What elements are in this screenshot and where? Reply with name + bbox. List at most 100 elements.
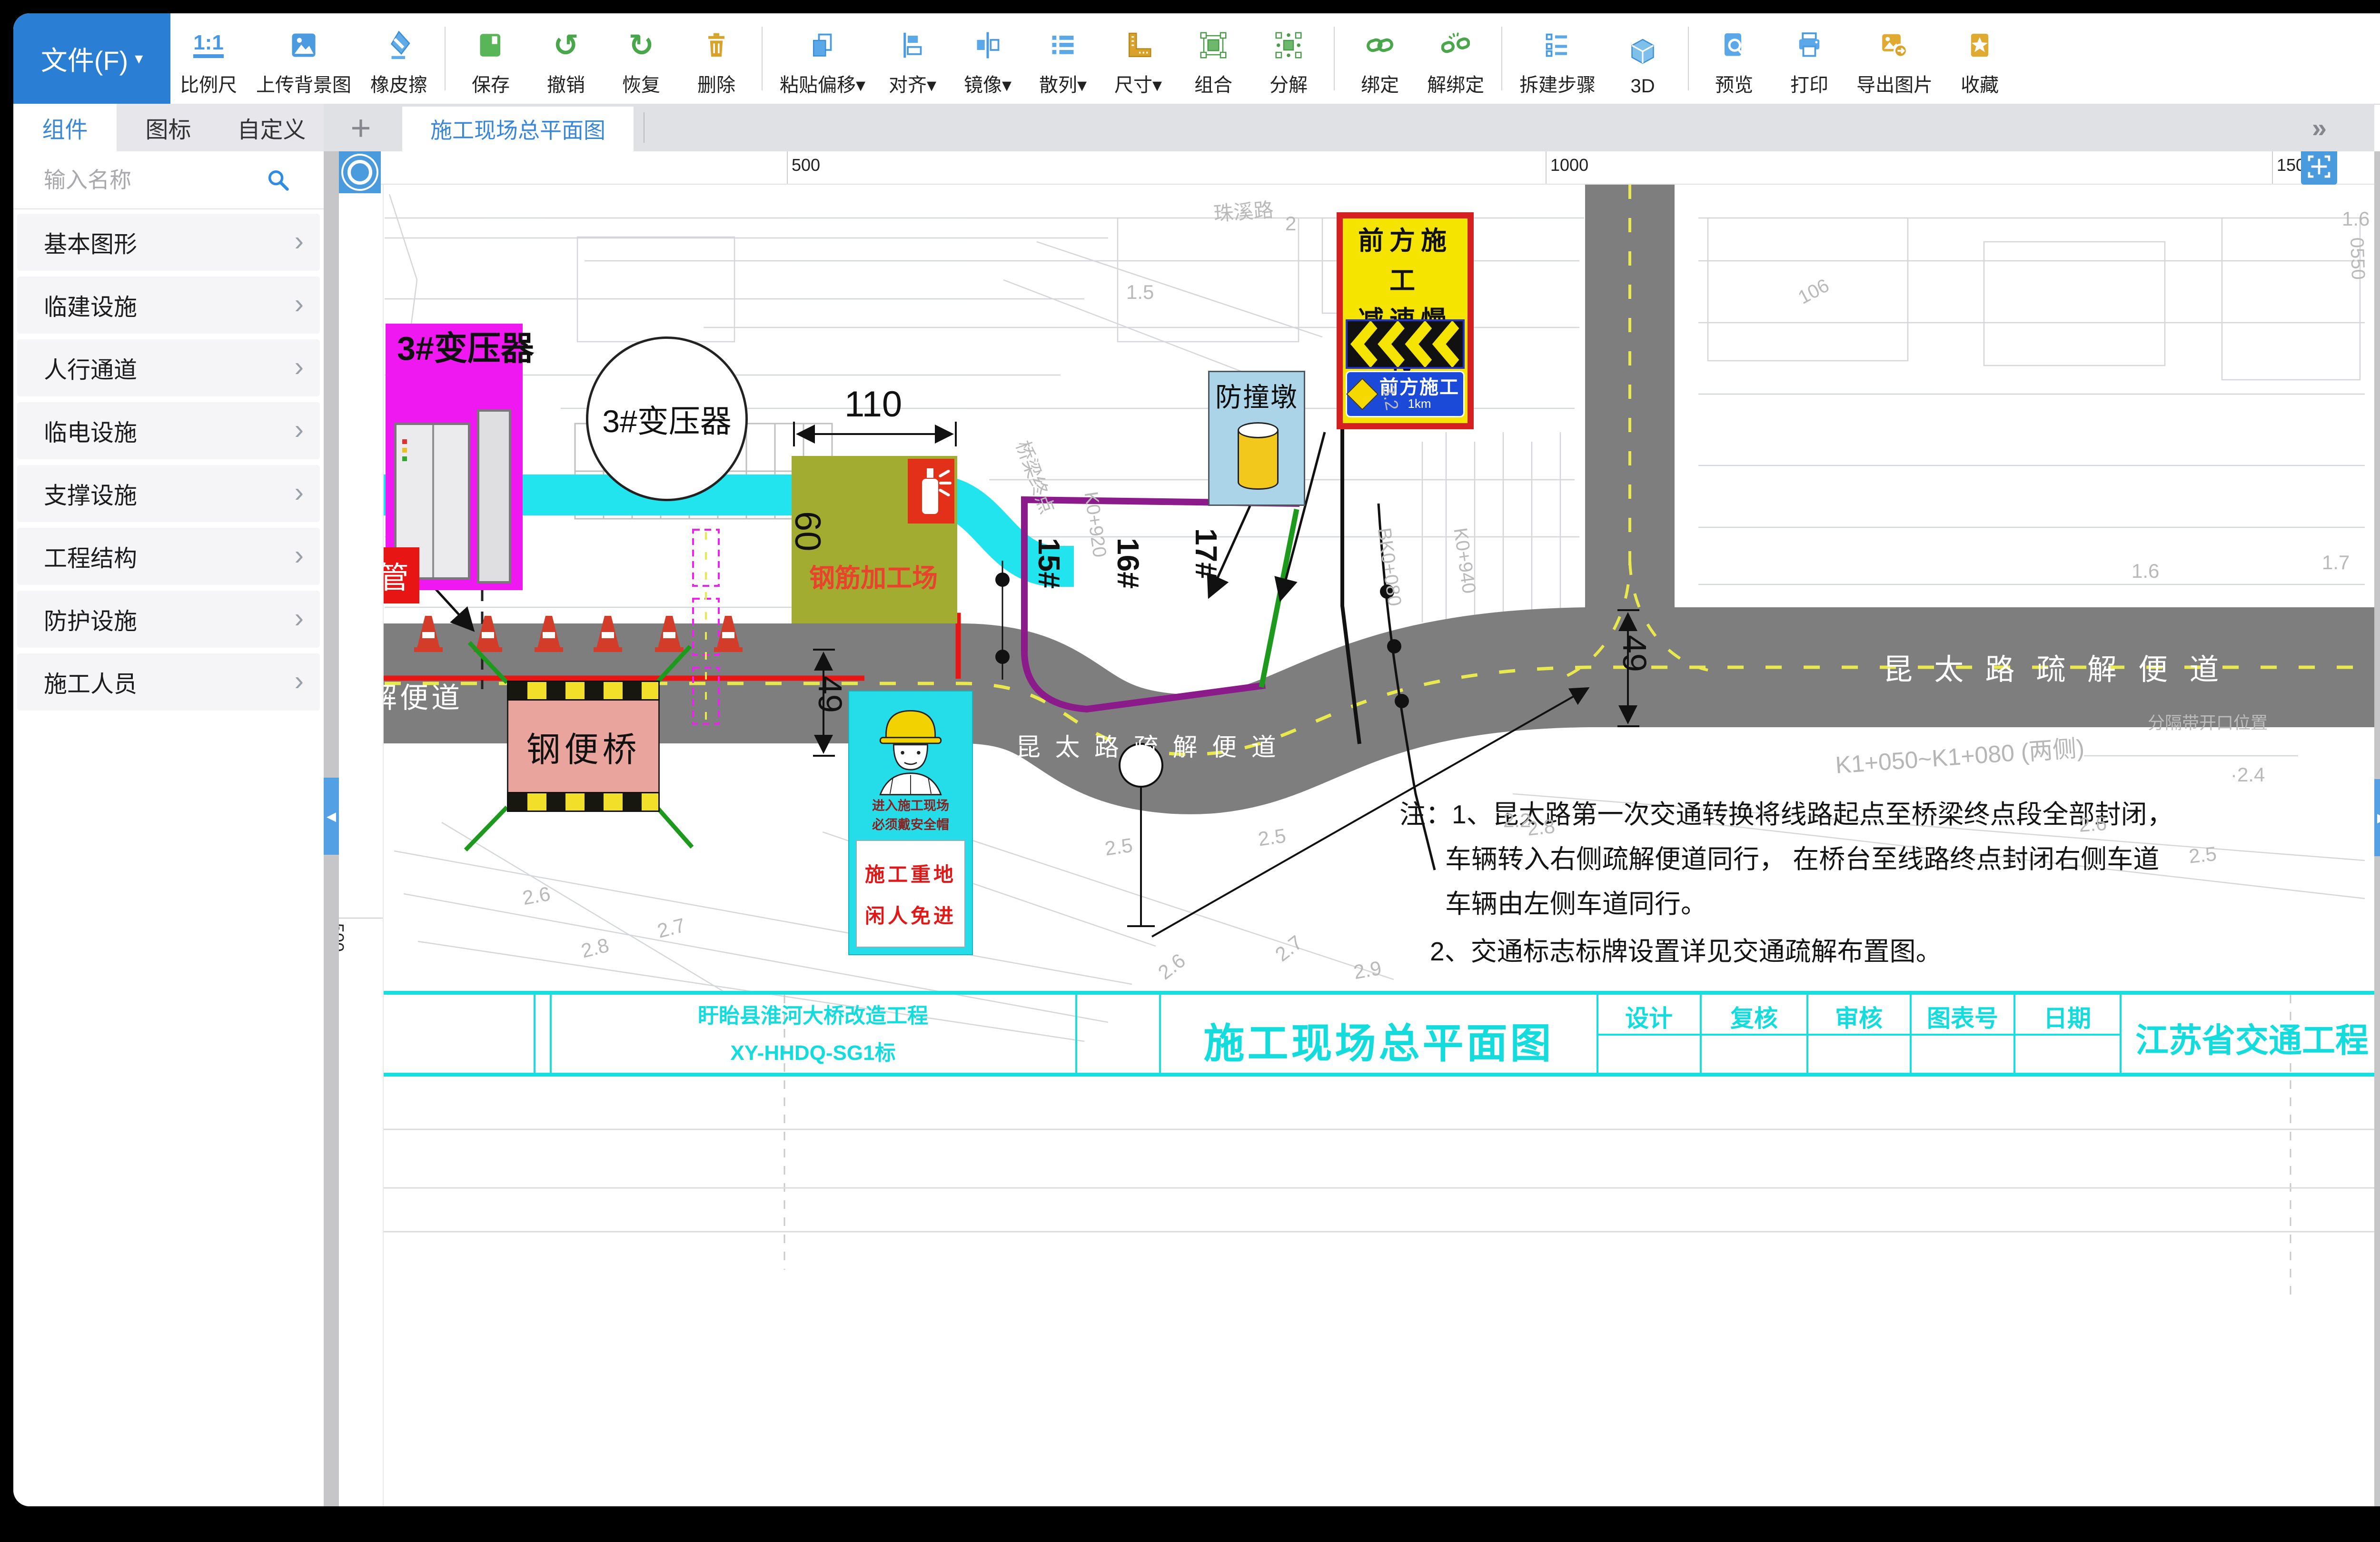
dimension-ruler-icon: [1124, 25, 1152, 66]
sidebar-item-3[interactable]: 临电设施›: [17, 402, 320, 459]
transformer-ellipse[interactable]: 3#变压器: [586, 336, 748, 501]
sidebar-item-label: 临建设施: [44, 288, 137, 322]
sidebar-item-1[interactable]: 临建设施›: [17, 277, 320, 334]
preview-button[interactable]: 预览: [1696, 13, 1772, 104]
chevron-right-icon: ›: [295, 476, 304, 508]
fit-view-button[interactable]: [2301, 151, 2337, 185]
scatter-button[interactable]: 散列▾: [1025, 13, 1101, 104]
sidebar-item-label: 防护设施: [44, 603, 137, 636]
bind-button[interactable]: 绑定: [1342, 13, 1418, 104]
title-block-header-audit: 审核: [1821, 999, 1897, 1034]
toolbar-separator: [1501, 27, 1502, 90]
scale-ruler-button[interactable]: 1:1 比例尺: [170, 13, 247, 104]
crosshair-icon: [2306, 153, 2332, 180]
sidebar-item-2[interactable]: 人行通道›: [17, 339, 320, 396]
paste-offset-button[interactable]: 粘贴偏移▾: [770, 13, 875, 104]
anti-collision-box[interactable]: 防撞墩: [1208, 371, 1305, 506]
align-button[interactable]: 对齐▾: [875, 13, 950, 104]
scale-ruler-icon: 1:1: [193, 25, 224, 66]
bg-label: ·2.4: [2231, 763, 2265, 786]
preview-icon: [1720, 25, 1748, 66]
canvas-world: 3#变压器 管 钢便桥 防撞墩: [339, 151, 2374, 1506]
undo-button[interactable]: ↺ 撤销: [528, 13, 604, 104]
right-scroll-strip[interactable]: ▶: [2374, 151, 2380, 1506]
search-icon[interactable]: [266, 168, 290, 192]
bg-label: 2.5: [1257, 824, 1288, 851]
sidebar-category-list: 基本图形›临建设施›人行通道›临电设施›支撑设施›工程结构›防护设施›施工人员›: [13, 214, 324, 1506]
title-block-header-chartno: 图表号: [1917, 999, 2008, 1034]
chevron-panel: [1346, 319, 1465, 369]
bind-icon: [1366, 25, 1394, 66]
eraser-icon: [384, 25, 414, 66]
unbind-button[interactable]: 解绑定: [1418, 13, 1494, 104]
dim-49-right-label: 49: [1616, 635, 1654, 672]
ruler-horizontal: 500 1000 1500: [339, 151, 2374, 185]
bg-label: 2.9: [1352, 957, 1383, 984]
sidebar-tab-custom[interactable]: 自定义: [220, 104, 323, 151]
collapse-panel-icon[interactable]: »: [2312, 104, 2324, 151]
dimension-button[interactable]: 尺寸▾: [1101, 13, 1176, 104]
steel-bridge-box[interactable]: 钢便桥: [507, 681, 660, 812]
bg-label: 1.5: [1126, 281, 1154, 304]
safety-sign-line1: 进入施工现场: [849, 795, 972, 814]
view-3d-button[interactable]: 3D: [1605, 13, 1680, 104]
file-menu-button[interactable]: 文件(F) ▾: [13, 13, 170, 104]
ahead-construction-panel: 前方施工 1km: [1346, 371, 1465, 417]
align-icon: [898, 25, 927, 66]
eraser-button[interactable]: 橡皮擦: [361, 13, 437, 104]
bg-label: 0550: [2346, 237, 2369, 280]
chevron-right-icon: ›: [295, 351, 304, 383]
favorite-button[interactable]: 收藏: [1942, 13, 2017, 104]
mirror-button[interactable]: 镜像▾: [950, 13, 1025, 104]
canvas-tab-active[interactable]: 施工现场总平面图: [402, 107, 634, 151]
bg-label: 2.5: [1103, 834, 1134, 860]
print-button[interactable]: 打印: [1772, 13, 1847, 104]
warning-diamond-icon: [1346, 378, 1378, 410]
tab-separator: [644, 112, 645, 143]
sidebar-item-0[interactable]: 基本图形›: [17, 214, 320, 271]
redo-button[interactable]: ↻ 恢复: [604, 13, 679, 104]
pier-label-17: 17#: [1188, 528, 1223, 579]
toolbar-separator: [445, 27, 446, 90]
explode-button[interactable]: 分解: [1251, 13, 1326, 104]
sidebar-tab-icons[interactable]: 图标: [117, 104, 220, 151]
bg-label: 3.2: [1377, 384, 1402, 412]
site-safety-sign[interactable]: 进入施工现场 必须戴安全帽 施工重地 闲人免进: [848, 691, 973, 955]
save-button[interactable]: 保存: [453, 13, 528, 104]
sidebar-item-label: 施工人员: [44, 665, 137, 699]
barrier-stripe: [507, 681, 660, 701]
bg-label: 珠溪路: [1213, 198, 1274, 226]
build-steps-button[interactable]: 拆建步骤: [1510, 13, 1605, 104]
median-opening-label: 分隔带开口位置: [2148, 713, 2268, 732]
sidebar-tab-components[interactable]: 组件: [13, 104, 117, 151]
undo-icon: ↺: [553, 25, 579, 66]
sidebar-item-7[interactable]: 施工人员›: [17, 653, 320, 711]
title-block-project-line1: 盱眙县淮河大桥改造工程: [608, 998, 1018, 1029]
new-tab-button[interactable]: +: [346, 104, 376, 151]
search-input[interactable]: [43, 167, 235, 193]
delete-button[interactable]: 删除: [679, 13, 754, 104]
app-window: 文件(F) ▾ 1:1 比例尺 上传背景图 橡皮擦 保存 ↺ 撤销 ↻ 恢复: [13, 13, 2380, 1506]
collapse-left-handle[interactable]: ◀: [324, 778, 339, 855]
dim-60-label: 60: [787, 511, 828, 552]
sidebar-item-6[interactable]: 防护设施›: [17, 591, 320, 648]
combine-button[interactable]: 组合: [1176, 13, 1251, 104]
construction-warning-sign[interactable]: 前方施工 减速慢行 前方施工 1km: [1337, 212, 1474, 429]
upload-background-button[interactable]: 上传背景图: [247, 13, 361, 104]
sidebar-item-4[interactable]: 支撑设施›: [17, 465, 320, 522]
upload-background-icon: [289, 25, 318, 66]
left-scroll-strip[interactable]: ◀: [324, 151, 339, 1506]
title-block-header-date: 日期: [2029, 999, 2105, 1034]
ruler-origin-button[interactable]: [339, 151, 381, 193]
build-steps-icon: [1543, 25, 1572, 66]
canvas-viewport[interactable]: 3#变压器 管 钢便桥 防撞墩: [339, 151, 2374, 1506]
bg-label: 1.7: [2322, 551, 2350, 574]
cube-3d-icon: [1628, 31, 1657, 72]
export-image-button[interactable]: 导出图片: [1847, 13, 1942, 104]
sidebar-item-5[interactable]: 工程结构›: [17, 528, 320, 585]
title-block-header-review: 复核: [1716, 999, 1792, 1034]
explode-icon: [1274, 25, 1303, 66]
collapse-right-handle[interactable]: ▶: [2374, 779, 2380, 856]
note-line-2: 车辆转入右侧疏解便道同行， 在桥台至线路终点封闭右侧车道: [1445, 844, 2159, 874]
bg-label: 2.5: [2188, 842, 2218, 868]
